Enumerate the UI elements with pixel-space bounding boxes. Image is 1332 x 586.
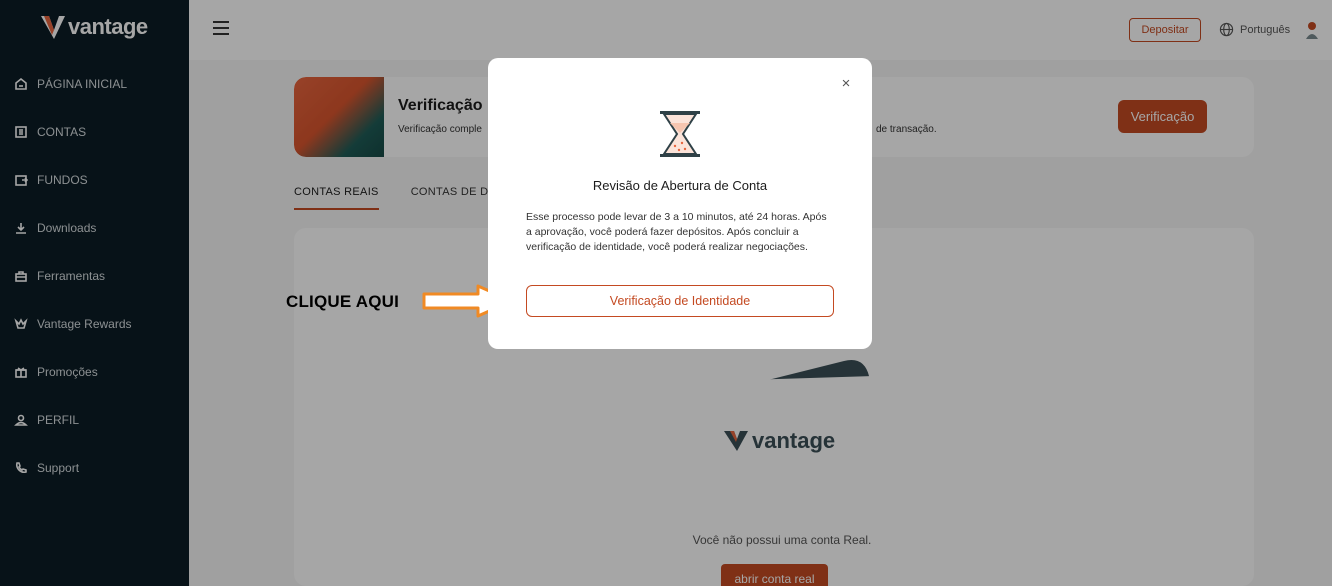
dialog-title: Revisão de Abertura de Conta	[592, 178, 768, 193]
close-icon[interactable]: ×	[838, 76, 854, 92]
identity-verification-button[interactable]: Verificação de Identidade	[526, 285, 834, 317]
click-here-annotation: CLIQUE AQUI	[286, 292, 400, 311]
hourglass-icon	[660, 111, 700, 157]
dialog-body-text: Esse processo pode levar de 3 a 10 minut…	[526, 211, 827, 253]
account-review-dialog: × Revisão de Abertura de Conta Esse proc…	[488, 58, 872, 349]
